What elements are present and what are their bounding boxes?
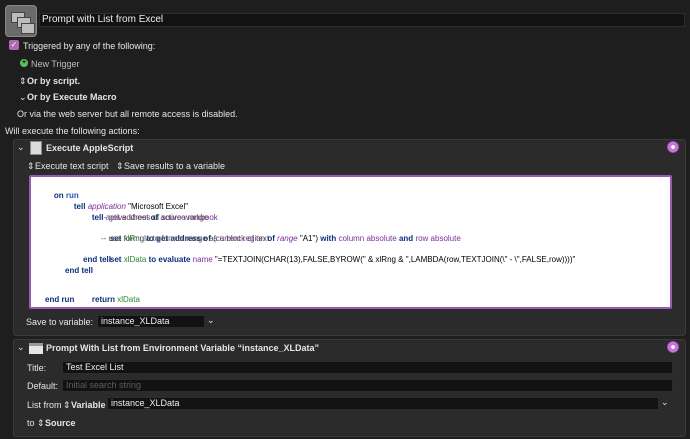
- code-token: "=TEXTJOIN(CHAR(13),FALSE,BYROW(" & xlRn…: [214, 255, 576, 264]
- updown-icon: ⇕: [19, 76, 27, 86]
- gear-icon[interactable]: [667, 141, 679, 153]
- save-results-select[interactable]: Save results to a variable: [124, 161, 225, 171]
- or-by-execute-macro[interactable]: Or by Execute Macro: [27, 92, 117, 102]
- web-server-note: Or via the web server but all remote acc…: [17, 109, 238, 119]
- code-token: row absolute: [415, 234, 461, 243]
- will-execute-label: Will execute the following actions:: [5, 126, 140, 136]
- code-token: name: [192, 255, 213, 264]
- or-by-script[interactable]: Or by script.: [27, 76, 80, 86]
- code-token: xlData: [123, 255, 147, 264]
- chevron-down-icon[interactable]: ⌄: [661, 397, 669, 408]
- code-token: to: [148, 255, 157, 264]
- add-icon[interactable]: +: [20, 59, 28, 67]
- execute-text-script-select[interactable]: Execute text script: [35, 161, 109, 171]
- list-from-label: List from: [27, 400, 62, 410]
- triggered-checkbox[interactable]: ✓: [9, 40, 19, 50]
- updown-icon: ⇕: [37, 418, 45, 428]
- code-token: on: [53, 191, 64, 200]
- to-label: to: [27, 418, 35, 428]
- default-label: Default:: [27, 381, 59, 391]
- chevron-down-icon: ⌄: [19, 92, 27, 102]
- macro-title-field[interactable]: Prompt with List from Excel: [39, 13, 685, 27]
- code-token: range: [277, 234, 298, 243]
- script-document-icon: [30, 141, 42, 155]
- code-token: end tell: [83, 255, 112, 264]
- code-token: end tell: [65, 266, 94, 275]
- code-token: set: [109, 255, 122, 264]
- new-trigger-link[interactable]: New Trigger: [31, 59, 80, 69]
- collapse-chevron-icon[interactable]: ⌄: [17, 342, 25, 353]
- action1-title: Execute AppleScript: [46, 143, 134, 153]
- window-icon: [29, 343, 43, 354]
- title-field[interactable]: Test Excel List: [62, 361, 673, 374]
- gear-icon[interactable]: [667, 341, 679, 353]
- title-label: Title:: [27, 363, 47, 373]
- code-token: evaluate: [158, 255, 191, 264]
- save-to-variable-label: Save to variable:: [26, 317, 94, 327]
- code-token: return: [91, 295, 116, 304]
- action2-title: Prompt With List from Environment Variab…: [46, 343, 319, 353]
- code-token: and: [398, 234, 414, 243]
- chevron-down-icon[interactable]: ⌄: [207, 315, 215, 326]
- save-to-variable-field[interactable]: instance_XLData: [97, 315, 205, 328]
- code-token: end run: [45, 295, 75, 304]
- code-token: xlData: [117, 295, 140, 304]
- code-token: with: [320, 234, 337, 243]
- list-from-select[interactable]: Variable: [71, 400, 106, 410]
- applescript-editor[interactable]: on run tell application "Microsoft Excel…: [29, 175, 672, 309]
- default-field[interactable]: Initial search string: [62, 379, 673, 392]
- to-source-select[interactable]: Source: [45, 418, 76, 428]
- collapse-chevron-icon[interactable]: ⌄: [17, 142, 25, 153]
- triggered-label: Triggered by any of the following:: [23, 41, 156, 51]
- updown-icon: ⇕: [63, 400, 71, 410]
- macro-icon[interactable]: [5, 5, 37, 37]
- code-token: column absolute: [338, 234, 397, 243]
- updown-icon: ⇕: [116, 161, 124, 171]
- code-token: "A1"): [299, 234, 318, 243]
- list-from-variable-field[interactable]: instance_XLData: [107, 397, 659, 410]
- updown-icon: ⇕: [27, 161, 35, 171]
